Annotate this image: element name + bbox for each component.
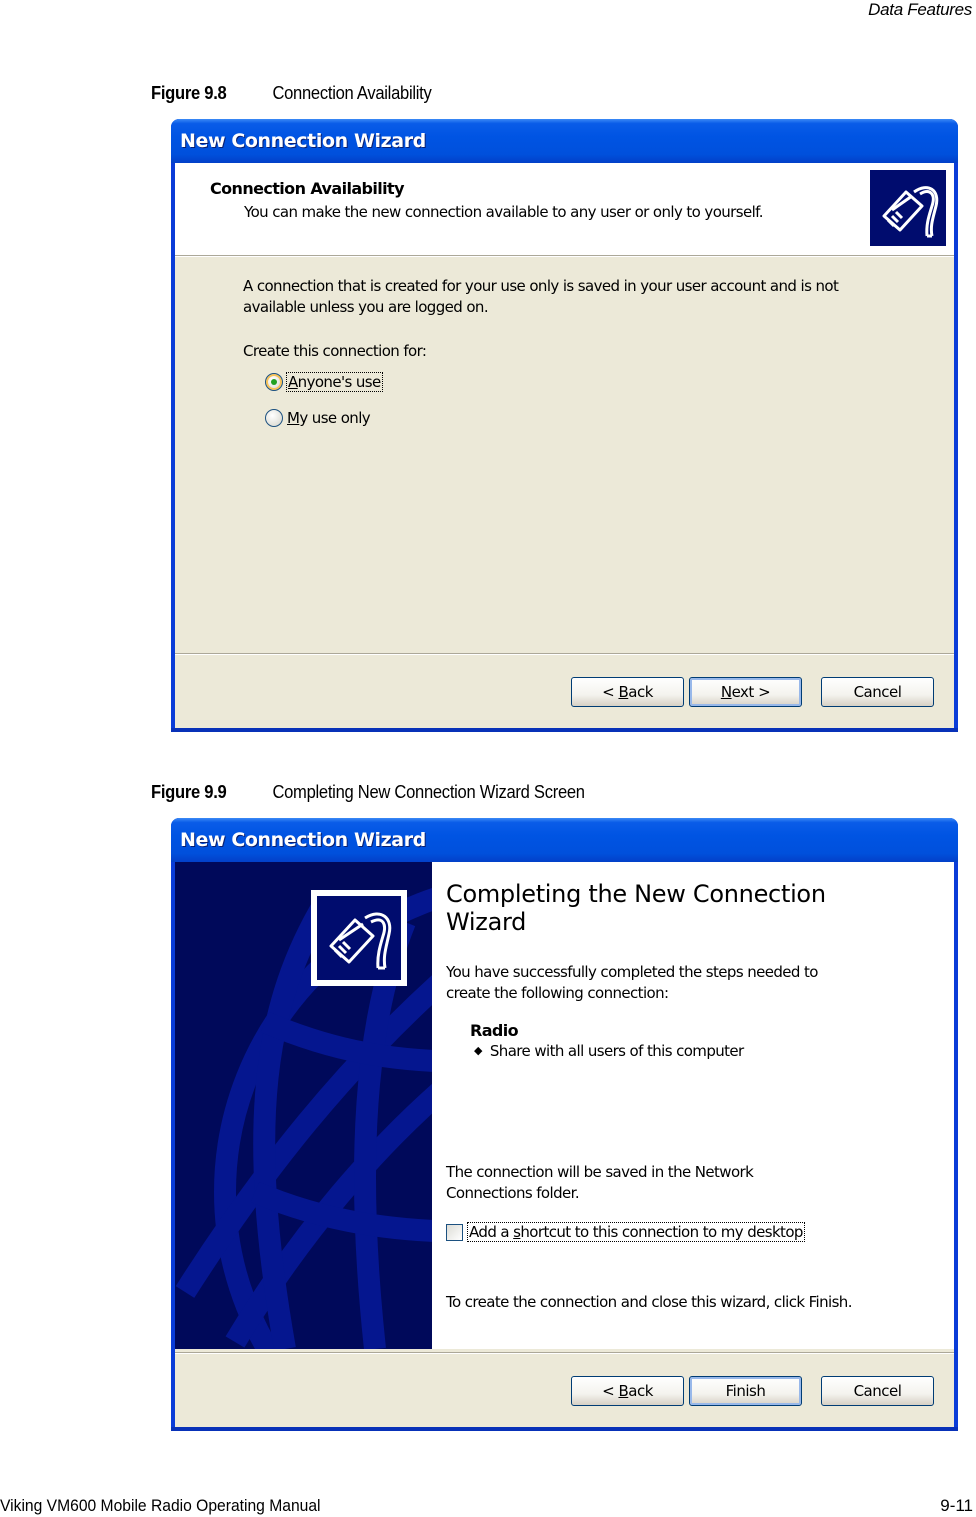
shortcut-checkbox[interactable]	[446, 1223, 463, 1241]
group-label: Create this connection for:	[243, 342, 427, 360]
description-text: A connection that is created for your us…	[243, 276, 839, 318]
back-button[interactable]: < Back	[571, 677, 684, 707]
radio-button-selected[interactable]	[265, 373, 283, 391]
radio-my-use-only[interactable]: My use only	[265, 409, 371, 427]
figure-number: Figure 9.9	[151, 782, 227, 802]
intro-text: You have successfully completed the step…	[446, 963, 818, 1002]
figure-number: Figure 9.8	[151, 83, 227, 103]
running-header: Data Features	[868, 0, 972, 19]
network-cable-icon	[870, 170, 946, 246]
connection-detail-item: ◆ Share with all users of this computer	[474, 1042, 744, 1060]
cancel-button[interactable]: Cancel	[821, 1376, 934, 1406]
figure-caption-9-8: Figure 9.8 Connection Availability	[151, 83, 432, 104]
footer-divider	[175, 1352, 954, 1353]
connection-name: Radio	[470, 1021, 519, 1040]
window-frame-bottom	[171, 728, 958, 732]
save-location-note: The connection will be saved in the Netw…	[446, 1163, 754, 1202]
description-line: available unless you are logged on.	[243, 298, 489, 316]
wizard-window-connection-availability: New Connection Wizard Connection Availab…	[171, 119, 958, 732]
window-title: New Connection Wizard	[180, 829, 426, 851]
next-button[interactable]: Next >	[689, 677, 802, 707]
wizard-content-pane: Completing the New Connection Wizard You…	[432, 862, 954, 1349]
title-bar[interactable]: New Connection Wizard	[171, 818, 958, 862]
shortcut-checkbox-row[interactable]: Add a shortcut to this connection to my …	[446, 1222, 805, 1242]
footer-divider	[175, 653, 954, 654]
footer-page-number: 9-11	[940, 1496, 973, 1515]
window-frame-bottom	[171, 1427, 958, 1431]
wizard-client-area: Connection Availability You can make the…	[175, 163, 954, 728]
back-button[interactable]: < Back	[571, 1376, 684, 1406]
wizard-header: Connection Availability You can make the…	[175, 163, 954, 256]
window-title: New Connection Wizard	[180, 130, 426, 152]
title-bar[interactable]: New Connection Wizard	[171, 119, 958, 163]
bullet-icon: ◆	[474, 1044, 482, 1057]
network-cable-icon	[311, 890, 407, 986]
wizard-header-title: Connection Availability	[210, 179, 405, 198]
wizard-header-subtitle: You can make the new connection availabl…	[244, 203, 764, 221]
radio-label[interactable]: Anyone's use	[286, 372, 383, 392]
radio-anyones-use[interactable]: Anyone's use	[265, 372, 383, 392]
cancel-button[interactable]: Cancel	[821, 677, 934, 707]
wizard-side-panel	[175, 862, 432, 1349]
finish-button[interactable]: Finish	[689, 1376, 802, 1406]
description-line: A connection that is created for your us…	[243, 277, 839, 295]
wizard-client-area: Completing the New Connection Wizard You…	[175, 862, 954, 1427]
radio-button[interactable]	[265, 409, 283, 427]
completion-heading: Completing the New Connection Wizard	[446, 880, 826, 936]
radio-label[interactable]: My use only	[287, 409, 371, 427]
shortcut-checkbox-label[interactable]: Add a shortcut to this connection to my …	[467, 1222, 805, 1242]
figure-caption-text: Completing New Connection Wizard Screen	[272, 782, 585, 802]
finish-instruction: To create the connection and close this …	[446, 1293, 852, 1311]
wizard-window-completing: New Connection Wizard Completing the New…	[171, 818, 958, 1431]
footer-manual-title: Viking VM600 Mobile Radio Operating Manu…	[0, 1496, 321, 1515]
figure-caption-text: Connection Availability	[272, 83, 432, 103]
figure-caption-9-9: Figure 9.9 Completing New Connection Wiza…	[151, 782, 585, 803]
